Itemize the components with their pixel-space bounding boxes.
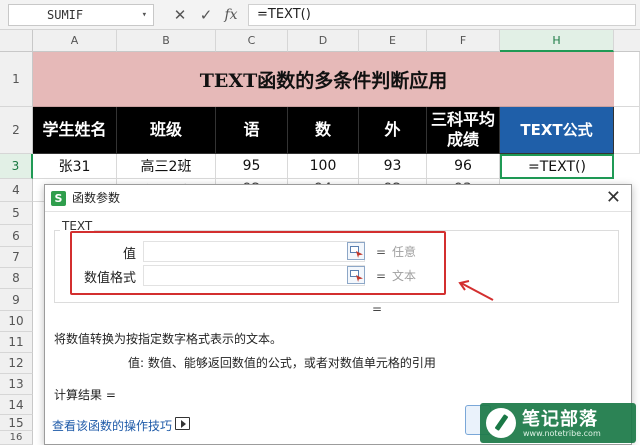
select-all-corner[interactable] (0, 30, 33, 52)
row-header-8[interactable]: 8 (0, 268, 33, 289)
column-header-d[interactable]: D (288, 30, 359, 52)
row-header-12[interactable]: 12 (0, 353, 33, 374)
header-english[interactable]: 外 (359, 107, 427, 154)
highlight-box (70, 231, 446, 295)
column-header-h[interactable]: H (500, 30, 614, 52)
chevron-down-icon[interactable]: ▾ (142, 5, 147, 25)
app-logo-icon: S (51, 191, 66, 206)
function-description: 将数值转换为按指定数字格式表示的文本。 (54, 332, 283, 346)
empty-cell[interactable] (614, 107, 640, 154)
annotation-arrow-icon (458, 280, 494, 301)
formula-bar: SUMIF ▾ ✕ ✓ fx =TEXT() (0, 0, 640, 30)
watermark-url: www.notetribe.com (523, 429, 601, 438)
row-header-2[interactable]: 2 (0, 107, 33, 154)
cell-a3[interactable]: 张31 (33, 154, 117, 179)
row-header-3[interactable]: 3 (0, 154, 33, 179)
close-icon[interactable]: ✕ (606, 187, 621, 209)
header-average[interactable]: 三科平均 成绩 (427, 107, 500, 154)
column-header-c[interactable]: C (216, 30, 288, 52)
name-box[interactable]: SUMIF ▾ (8, 4, 154, 26)
row-header-15[interactable]: 15 (0, 415, 33, 431)
header-class[interactable]: 班级 (117, 107, 216, 154)
row-header-9[interactable]: 9 (0, 289, 33, 311)
row-header-1[interactable]: 1 (0, 52, 33, 107)
pen-logo-icon (486, 408, 516, 438)
empty-cell[interactable] (614, 52, 640, 107)
result-eq: = (372, 302, 383, 316)
header-student-name[interactable]: 学生姓名 (33, 107, 117, 154)
watermark-name: 笔记部落 (522, 409, 598, 430)
row-header-4[interactable]: 4 (0, 179, 33, 202)
cell-c3[interactable]: 95 (216, 154, 288, 179)
row-header-14[interactable]: 14 (0, 395, 33, 415)
column-header-b[interactable]: B (117, 30, 216, 52)
watermark: 笔记部落 www.notetribe.com (480, 403, 636, 443)
row-header-5[interactable]: 5 (0, 202, 33, 225)
header-average-line1: 三科平均 (430, 110, 495, 129)
cell-b3[interactable]: 高三2班 (117, 154, 216, 179)
column-header-f[interactable]: F (427, 30, 500, 52)
row-header-16[interactable]: 16 (0, 431, 33, 445)
help-link[interactable]: 查看该函数的操作技巧 (52, 417, 172, 434)
row-header-11[interactable]: 11 (0, 332, 33, 353)
cell-h3-active[interactable]: =TEXT() (500, 154, 614, 179)
row-header-10[interactable]: 10 (0, 311, 33, 332)
row-header-6[interactable]: 6 (0, 225, 33, 247)
argument-description: 值: 数值、能够返回数值的公式，或者对数值单元格的引用 (128, 356, 436, 370)
cancel-icon[interactable]: ✕ (170, 5, 190, 25)
confirm-icon[interactable]: ✓ (196, 5, 216, 25)
cell-d3[interactable]: 100 (288, 154, 359, 179)
column-header-next[interactable] (614, 30, 640, 52)
column-header-a[interactable]: A (33, 30, 117, 52)
cell-f3[interactable]: 96 (427, 154, 500, 179)
name-box-value: SUMIF (47, 8, 84, 22)
header-average-line2: 成绩 (446, 130, 479, 149)
cell-e3[interactable]: 93 (359, 154, 427, 179)
video-tutorial-icon[interactable] (175, 417, 190, 430)
sheet-title-cell[interactable]: TEXT函数的多条件判断应用 (33, 52, 614, 107)
row-header-13[interactable]: 13 (0, 374, 33, 395)
formula-input[interactable]: =TEXT() (248, 4, 636, 26)
column-header-e[interactable]: E (359, 30, 427, 52)
header-text-formula[interactable]: TEXT公式 (500, 107, 614, 154)
dialog-title: 函数参数 (72, 191, 121, 205)
calculation-result: 计算结果 = (54, 388, 116, 402)
dialog-title-bar: S 函数参数 ✕ (45, 185, 631, 212)
fx-icon[interactable]: fx (221, 5, 241, 25)
header-math[interactable]: 数 (288, 107, 359, 154)
row-header-7[interactable]: 7 (0, 247, 33, 268)
header-chinese[interactable]: 语 (216, 107, 288, 154)
